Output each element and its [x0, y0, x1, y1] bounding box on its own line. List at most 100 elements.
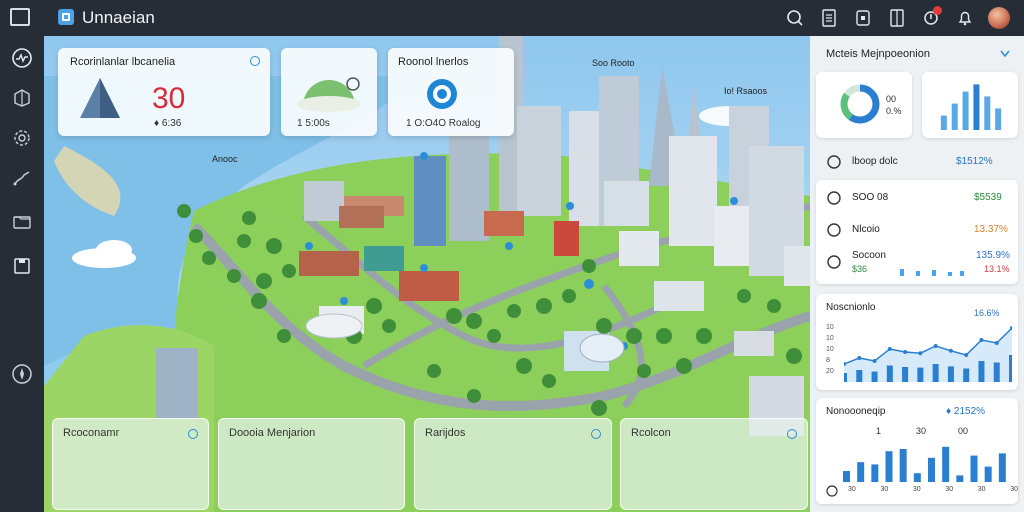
list-header-label: lboop dolc [852, 156, 898, 167]
refresh-icon[interactable] [250, 56, 260, 66]
map-card-stats-value: 30 [152, 82, 186, 115]
row-3-value-2: 13.1% [984, 264, 1010, 274]
row-1-value: $5539 [974, 192, 1002, 203]
bar [871, 464, 879, 482]
bar-top-label: 30 [916, 426, 927, 436]
row-3-sparkbars [900, 269, 964, 276]
bell-icon[interactable] [948, 6, 982, 30]
bottom-card-1[interactable]: Rcoconamr [52, 418, 209, 510]
bar [913, 473, 921, 482]
row-1-icon [826, 190, 842, 211]
map-card-weather[interactable]: 1 5:00s [281, 48, 377, 136]
gear-icon[interactable] [10, 126, 34, 150]
user-avatar[interactable] [982, 6, 1016, 30]
map-label-left: Anooc [212, 154, 238, 164]
document-icon[interactable] [812, 6, 846, 30]
tablet-icon[interactable] [846, 6, 880, 30]
y-tick: 10 [826, 324, 834, 331]
donut-caption-1: 00 [886, 94, 897, 104]
line-point [918, 351, 923, 356]
top-bar: Unnaeian [0, 0, 1024, 36]
city-map[interactable]: Rcorinlanlar lbcanelia 30 ♦ 6:36 1 5:00s… [44, 36, 810, 512]
save-icon[interactable] [10, 254, 34, 278]
bottom-card-2[interactable]: Doooia Menjarion [218, 418, 405, 510]
panel-header: Mcteis Mejnpoeonion [826, 48, 930, 60]
activity-icon[interactable] [10, 46, 34, 70]
line-chart-bar [844, 373, 847, 382]
map-card-weather-sub: 1 5:00s [297, 118, 330, 129]
refresh-icon[interactable] [591, 429, 601, 439]
line-chart-card[interactable]: Noscnionlo 16.6% 10 10 10 8 20 [816, 294, 1018, 390]
mini-bar-card[interactable] [922, 72, 1018, 138]
chevron-down-icon[interactable] [1000, 50, 1010, 58]
bar [843, 471, 850, 482]
bottom-card-3[interactable]: Rarijdos [414, 418, 612, 510]
refresh-icon[interactable] [188, 429, 198, 439]
row-3-sub: $36 [852, 264, 868, 274]
line-point [994, 341, 999, 345]
app-logo-icon[interactable] [10, 8, 30, 26]
bar-chart-x-axis: 30 30 30 30 30 30 [848, 486, 1018, 493]
line-chart-bar [932, 364, 939, 382]
bottom-card-4[interactable]: Rcolcon [620, 418, 808, 510]
line-chart-bar [978, 361, 985, 382]
map-card-stats-sub: ♦ 6:36 [154, 118, 182, 129]
donut-chart [840, 84, 880, 124]
route-icon[interactable] [10, 166, 34, 190]
bar [970, 455, 978, 482]
chart-settings-icon[interactable] [826, 484, 838, 502]
map-label-top: Soo Rooto [592, 58, 635, 68]
line-point [872, 359, 877, 363]
mini-bar [973, 84, 980, 130]
bottom-card-3-title: Rarijdos [425, 427, 466, 439]
map-card-stats[interactable]: Rcorinlanlar lbcanelia 30 ♦ 6:36 [58, 48, 270, 136]
line-chart-bar [902, 367, 909, 382]
location-pin-icon [427, 79, 457, 109]
bar-chart-card[interactable]: Nonoooneqip ♦ 2152% 1 30 00 30 30 30 30 … [816, 398, 1018, 504]
x-tick: 30 [977, 486, 986, 493]
line-chart-bar [886, 365, 893, 382]
cube-icon[interactable] [10, 86, 34, 110]
x-tick: 30 [945, 486, 954, 493]
line-point [903, 350, 908, 354]
mini-bar [962, 91, 969, 130]
folder-icon[interactable] [10, 210, 34, 234]
x-tick: 30 [1010, 486, 1018, 493]
x-tick: 30 [912, 486, 921, 493]
compass-icon[interactable] [10, 362, 34, 386]
line-chart-bar [1009, 355, 1012, 382]
donut-card[interactable]: 00 0.% [816, 72, 912, 138]
line-point [948, 348, 953, 353]
bar-top-label: 00 [958, 426, 969, 436]
line-chart-value: 16.6% [974, 308, 1000, 318]
line-point [933, 344, 938, 348]
map-label-right: Io! Rsaoos [724, 86, 768, 96]
bar [928, 457, 935, 482]
search-icon[interactable] [778, 6, 812, 30]
refresh-icon[interactable] [787, 429, 797, 439]
bar [984, 466, 992, 482]
y-tick: 8 [826, 357, 830, 364]
mini-bar [984, 96, 991, 130]
bar [956, 475, 964, 482]
x-tick: 30 [848, 486, 856, 493]
row-2-label: Nlcoio [852, 224, 880, 235]
y-tick: 20 [826, 368, 834, 375]
map-card-location-sub: 1 O:O4O Roalog [406, 118, 481, 129]
weather-icon [297, 77, 361, 112]
row-1-label: SOO 08 [852, 192, 889, 203]
bar-top-label: 1 [876, 426, 882, 436]
row-3-value: 135.9% [976, 250, 1010, 261]
y-tick: 10 [826, 335, 834, 342]
notification-icon[interactable] [914, 6, 948, 30]
sidebar [0, 36, 44, 512]
line-point [887, 347, 892, 351]
notification-badge [933, 6, 942, 15]
row-2-value: 13.37% [974, 224, 1008, 235]
line-area [844, 328, 1012, 382]
map-card-location[interactable]: Roonol lnerlos 1 O:O4O Roalog [388, 48, 514, 136]
row-3-icon [826, 254, 842, 275]
row-2-icon [826, 222, 842, 243]
bottom-card-1-title: Rcoconamr [63, 427, 120, 439]
panel-icon[interactable] [880, 6, 914, 30]
